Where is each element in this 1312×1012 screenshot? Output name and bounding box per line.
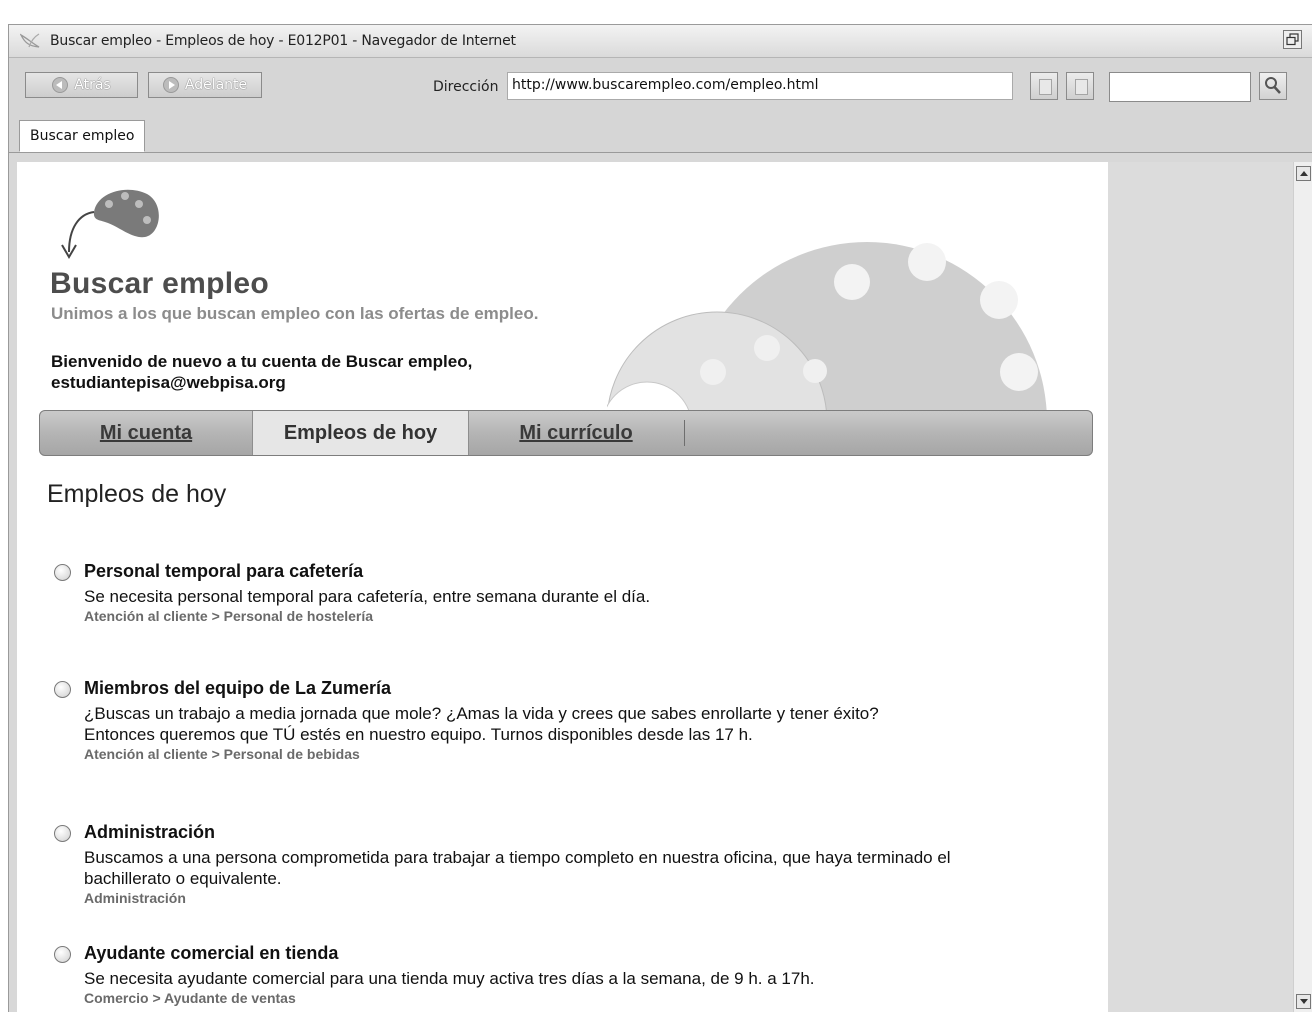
- job-description: Buscamos a una persona comprometida para…: [84, 847, 951, 889]
- back-button-label: Atrás: [74, 77, 111, 93]
- job-description: Se necesita personal temporal para cafet…: [84, 586, 650, 607]
- decorative-circles: [607, 242, 1047, 412]
- scroll-down-arrow-icon[interactable]: [1296, 994, 1311, 1009]
- title-bar: Buscar empleo - Empleos de hoy - E012P01…: [9, 25, 1312, 58]
- job-description-line: Buscamos a una persona comprometida para…: [84, 848, 951, 867]
- forward-button-label: Adelante: [184, 77, 248, 93]
- job-category: Atención al cliente > Personal de hostel…: [84, 608, 374, 624]
- job-radio[interactable]: [54, 681, 71, 698]
- welcome-message: Bienvenido de nuevo a tu cuenta de Busca…: [51, 351, 472, 393]
- vertical-scrollbar[interactable]: [1293, 162, 1312, 1012]
- job-description: ¿Buscas un trabajo a media jornada que m…: [84, 703, 879, 745]
- site-nav: Mi cuenta Empleos de hoy Mi currículo: [39, 410, 1093, 456]
- job-category: Atención al cliente > Personal de bebida…: [84, 746, 360, 762]
- job-description-line: bachillerato o equivalente.: [84, 869, 282, 888]
- job-radio[interactable]: [54, 564, 71, 581]
- search-input[interactable]: [1109, 72, 1251, 102]
- site-tagline: Unimos a los que buscan empleo con las o…: [51, 304, 539, 323]
- back-button[interactable]: Atrás: [25, 72, 138, 98]
- tab-empleos-de-hoy-label: Empleos de hoy: [283, 422, 438, 444]
- restore-window-button[interactable]: [1283, 30, 1302, 49]
- job-description-line: ¿Buscas un trabajo a media jornada que m…: [84, 704, 879, 723]
- back-arrow-icon: [52, 77, 69, 93]
- page-heading: Empleos de hoy: [47, 480, 227, 508]
- scroll-up-arrow-icon[interactable]: [1296, 166, 1311, 181]
- copy-button[interactable]: [1030, 72, 1058, 100]
- tab-buscar-empleo[interactable]: Buscar empleo: [19, 120, 146, 152]
- tab-strip: Buscar empleo: [9, 110, 1312, 153]
- window-title: Buscar empleo - Empleos de hoy - E012P01…: [50, 33, 516, 49]
- job-category: Administración: [84, 890, 186, 906]
- user-email: estudiantepisa@webpisa.org: [51, 373, 286, 392]
- tab-empleos-de-hoy[interactable]: Empleos de hoy: [252, 411, 469, 455]
- right-panel: [1108, 162, 1293, 1012]
- browser-logo-icon: [20, 33, 40, 48]
- job-description: Se necesita ayudante comercial para una …: [84, 968, 815, 989]
- job-description-line: Se necesita personal temporal para cafet…: [84, 587, 651, 606]
- tab-mi-curriculo-label: Mi currículo: [519, 422, 633, 444]
- job-title: Administración: [84, 822, 216, 842]
- job-radio[interactable]: [54, 946, 71, 963]
- page-content: Buscar empleo Unimos a los que buscan em…: [17, 162, 1108, 1012]
- job-radio[interactable]: [54, 825, 71, 842]
- welcome-line: Bienvenido de nuevo a tu cuenta de Busca…: [51, 352, 473, 371]
- job-title: Ayudante comercial en tienda: [84, 943, 339, 963]
- paste-button[interactable]: [1066, 72, 1094, 100]
- site-logo-icon: [61, 189, 159, 259]
- search-icon: [1265, 77, 1281, 94]
- address-label: Dirección: [433, 79, 499, 95]
- nav-divider: [684, 420, 685, 446]
- toolbar: Atrás Adelante Dirección http://www.busc…: [9, 58, 1312, 110]
- address-bar[interactable]: http://www.buscarempleo.com/empleo.html: [507, 72, 1013, 100]
- copy-icon: [1039, 79, 1052, 95]
- tab-mi-curriculo[interactable]: Mi currículo: [469, 411, 683, 455]
- forward-button[interactable]: Adelante: [148, 72, 262, 98]
- search-button[interactable]: [1259, 72, 1287, 100]
- job-category: Comercio > Ayudante de ventas: [84, 990, 296, 1006]
- job-title: Miembros del equipo de La Zumería: [84, 678, 392, 698]
- job-description-line: Entonces queremos que TÚ estés en nuestr…: [84, 725, 753, 744]
- forward-arrow-icon: [162, 77, 179, 93]
- site-title: Buscar empleo: [50, 267, 269, 300]
- tab-mi-cuenta[interactable]: Mi cuenta: [40, 411, 252, 455]
- job-description-line: Se necesita ayudante comercial para una …: [84, 969, 815, 988]
- job-title: Personal temporal para cafetería: [84, 561, 364, 581]
- browser-window: Buscar empleo - Empleos de hoy - E012P01…: [8, 24, 1312, 1012]
- restore-icon: [1286, 33, 1299, 46]
- paste-icon: [1075, 79, 1088, 95]
- tab-mi-cuenta-label: Mi cuenta: [99, 422, 193, 444]
